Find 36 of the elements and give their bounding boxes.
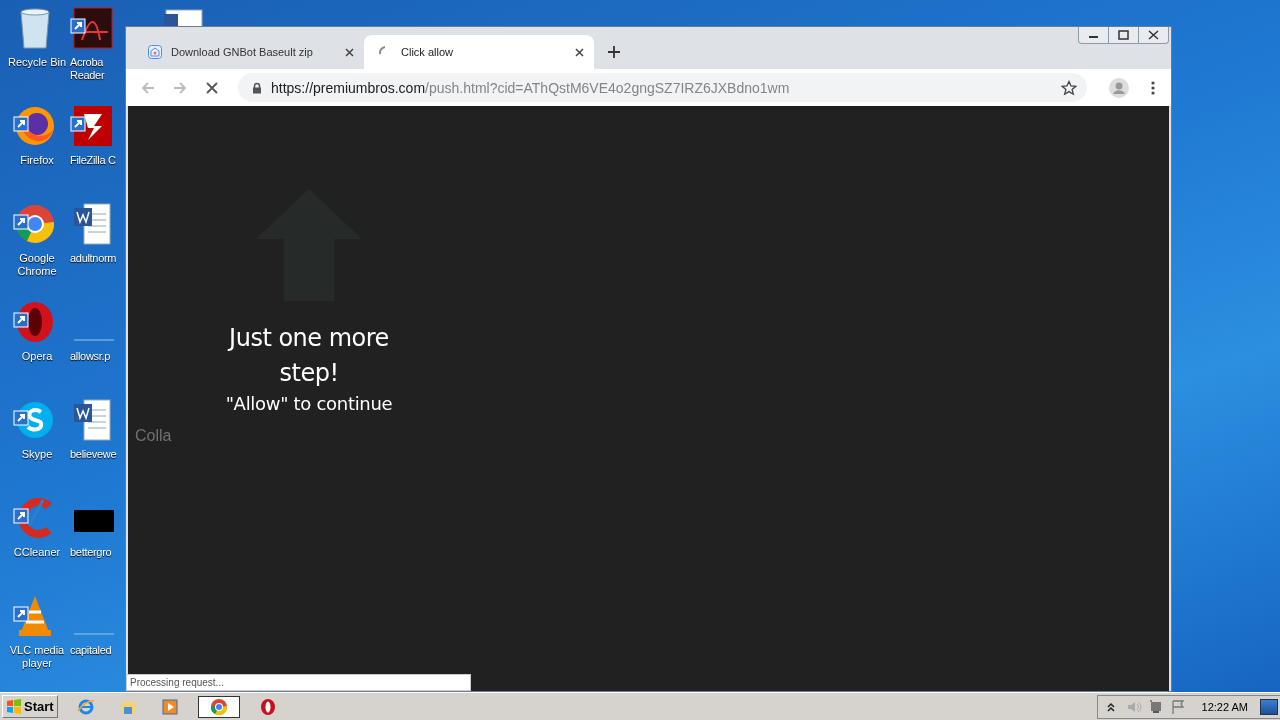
desktop-icon-label[interactable]: Acroba Reader [70,56,124,82]
url-text: https://premiumbros.com/push.html?cid=AThQstM6VE4o2gngSZ7IRZ6JXBdno1wm [271,79,790,96]
desktop-icon-label[interactable]: Firefox [4,154,70,167]
network-icon[interactable] [1147,698,1164,715]
desktop-icon-label[interactable]: bettergro [70,546,124,559]
instruction-text: "Allow" to continue [225,392,393,416]
desktop-icon-label[interactable]: Google Chrome [4,252,70,278]
flag-icon[interactable] [1169,698,1186,715]
desktop-icon-label[interactable]: allowsr.p [70,350,124,363]
clock-text: 12:22 AM [1201,700,1248,713]
windows-logo-icon [6,699,22,714]
lock-icon [252,81,262,94]
show-desktop-button[interactable] [1260,698,1278,715]
browser-tab[interactable]: Click allow [364,35,594,69]
start-button[interactable]: Start [2,695,58,718]
browser-tab[interactable]: Download GNBot Baseult zip [134,35,364,69]
document-icon[interactable] [162,8,206,26]
desktop-icon-label[interactable]: capitaled [70,644,124,657]
desktop-icon-label[interactable]: Recycle Bin [4,56,70,69]
close-icon[interactable] [345,47,354,57]
desktop-icon-label[interactable]: believewe [70,448,124,461]
chrome-icon[interactable] [197,695,240,718]
plus-icon[interactable] [608,46,620,58]
page-text: Colla [135,427,172,445]
page-icon [148,45,162,59]
desktop-icon-label[interactable]: adultnorm [70,252,124,265]
desktop-icon-label[interactable]: FileZilla C [70,154,124,167]
status-bar: Processing request... [126,674,471,691]
desktop-icon-label[interactable]: Skype [4,448,70,461]
desktop-icon-label[interactable]: VLC media player [4,644,70,670]
desktop-icon-label[interactable]: Opera [4,350,70,363]
address-bar[interactable]: https://premiumbros.com/push.html?cid=AThQstM6VE4o2gngSZ7IRZ6JXBdno1wm [238,73,1087,102]
star-icon[interactable] [1061,79,1077,96]
desktop-icon-label[interactable]: CCleaner [4,546,70,559]
close-icon[interactable] [575,47,584,57]
heading: Just one more step! [226,323,390,389]
